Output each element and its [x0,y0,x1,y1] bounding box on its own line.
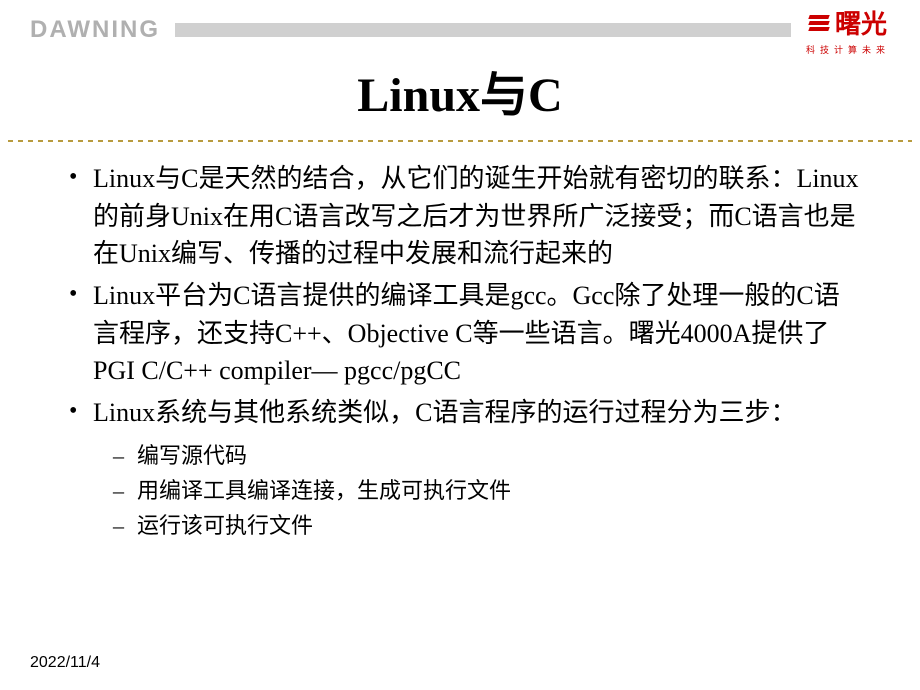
brand-chinese-name: 曙光 [835,4,887,41]
sub-bullet-item: 运行该可执行文件 [113,508,865,543]
divider-line [8,140,912,142]
main-bullet-list: Linux与C是天然的结合，从它们的诞生开始就有密切的联系：Linux的前身Un… [65,160,865,432]
header-decorative-bar [175,23,791,37]
brand-text-left: DAWNING [30,16,160,44]
slide-title: Linux与C [0,55,920,125]
logo-stripes-icon [809,15,829,31]
brand-logo-top: 曙光 [809,4,887,41]
slide-header: DAWNING 曙光 科技计算未来 [0,0,920,50]
bullet-item: Linux系统与其他系统类似，C语言程序的运行过程分为三步： [65,394,865,432]
brand-tagline: 科技计算未来 [806,43,890,56]
footer-date: 2022/11/4 [30,654,100,672]
bullet-item: Linux平台为C语言提供的编译工具是gcc。Gcc除了处理一般的C语言程序，还… [65,277,865,390]
sub-bullet-item: 编写源代码 [113,438,865,473]
brand-logo-right: 曙光 科技计算未来 [806,4,890,56]
sub-bullet-list: 编写源代码 用编译工具编译连接，生成可执行文件 运行该可执行文件 [113,438,865,544]
bullet-item: Linux与C是天然的结合，从它们的诞生开始就有密切的联系：Linux的前身Un… [65,160,865,273]
slide-content: Linux与C是天然的结合，从它们的诞生开始就有密切的联系：Linux的前身Un… [0,160,920,543]
sub-bullet-item: 用编译工具编译连接，生成可执行文件 [113,473,865,508]
